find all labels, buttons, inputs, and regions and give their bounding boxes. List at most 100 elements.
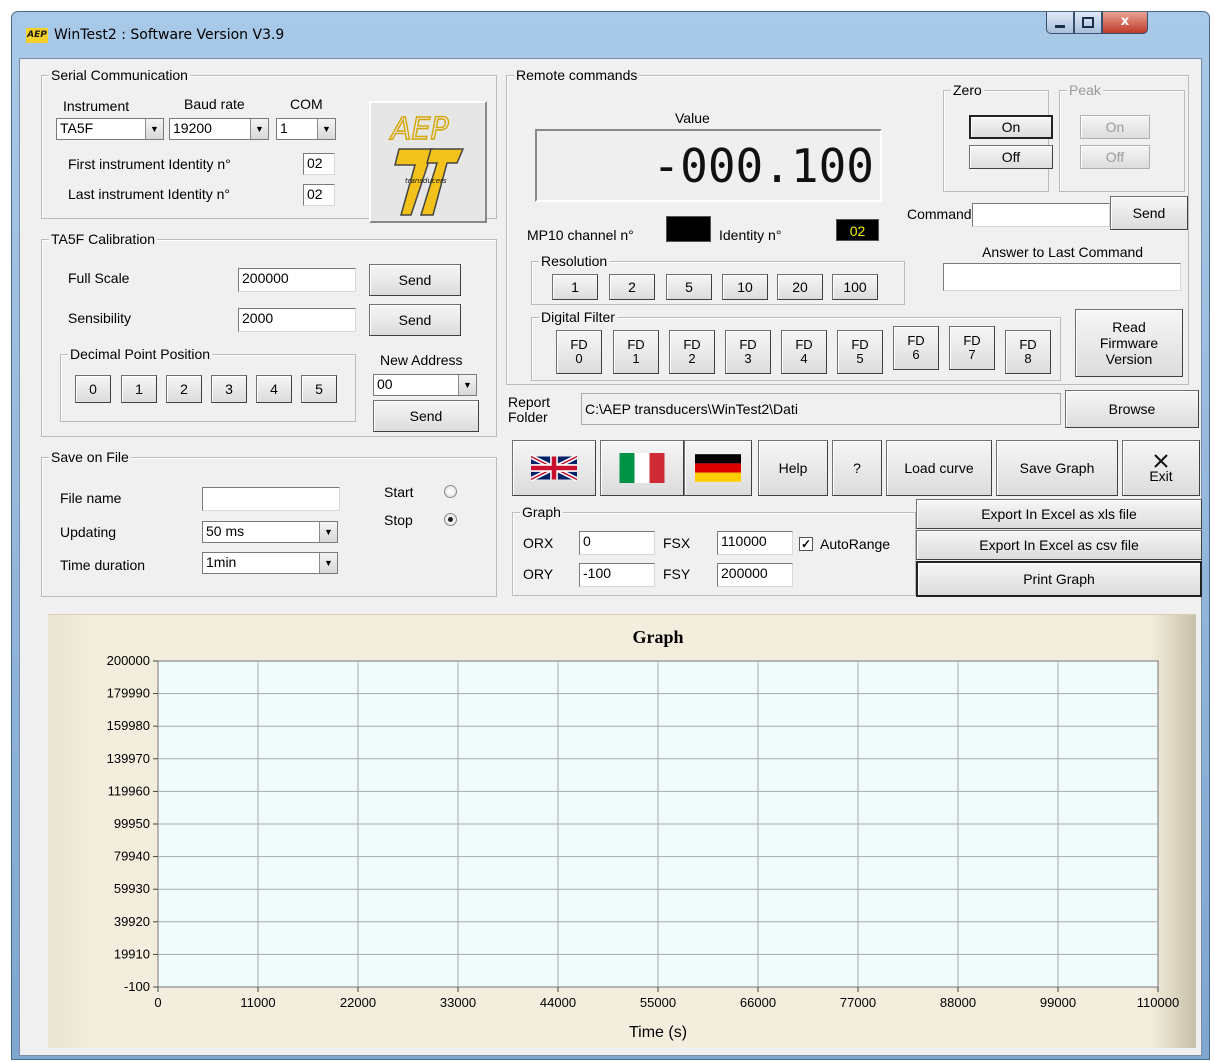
remote-commands-title: Remote commands <box>514 67 640 83</box>
last-identity-input[interactable]: 02 <box>303 184 335 206</box>
digital-filter-group: Digital Filter FD 0 FD 1 FD 2 FD 3 FD 4 … <box>531 309 1061 381</box>
resolution-button-20[interactable]: 20 <box>777 274 823 300</box>
calibration-group: TA5F Calibration Full Scale 200000 Send … <box>41 231 497 437</box>
resolution-button-2[interactable]: 2 <box>609 274 655 300</box>
decimal-point-group: Decimal Point Position 0 1 2 3 4 5 <box>60 346 356 422</box>
question-button[interactable]: ? <box>832 440 882 496</box>
graph-chart: 0 11000 22000 33000 44000 55000 66000 77000 8800… <box>107 627 1180 1041</box>
title-bar[interactable]: AEP WinTest2 : Software Version V3.9 x <box>12 12 1209 58</box>
serial-communication-title: Serial Communication <box>49 67 190 83</box>
close-button[interactable]: x <box>1102 12 1148 34</box>
english-language-button[interactable] <box>512 440 596 496</box>
peak-off-button[interactable]: Off <box>1080 145 1150 169</box>
peak-on-button[interactable]: On <box>1080 115 1150 139</box>
decimal-point-title: Decimal Point Position <box>68 346 213 362</box>
minimize-icon <box>1055 25 1065 28</box>
resolution-button-100[interactable]: 100 <box>832 274 878 300</box>
export-csv-button[interactable]: Export In Excel as csv file <box>916 530 1202 560</box>
filter-button-2[interactable]: FD 2 <box>669 330 715 374</box>
x-tick-label: 110000 <box>1137 995 1179 1010</box>
x-tick-label: 77000 <box>840 995 876 1010</box>
first-identity-input[interactable]: 02 <box>303 153 335 175</box>
exit-button[interactable]: Exit <box>1122 440 1200 496</box>
resolution-button-10[interactable]: 10 <box>722 274 768 300</box>
maximize-icon <box>1082 17 1094 28</box>
fsx-input[interactable]: 110000 <box>717 531 793 555</box>
zero-off-button[interactable]: Off <box>969 145 1053 169</box>
y-tick-label: 179990 <box>107 686 150 701</box>
read-firmware-button[interactable]: Read Firmware Version <box>1075 309 1183 377</box>
identity-display: 02 <box>836 219 879 241</box>
help-button[interactable]: Help <box>758 440 828 496</box>
com-label: COM <box>290 96 323 112</box>
print-graph-button[interactable]: Print Graph <box>916 561 1202 597</box>
zero-group: Zero On Off <box>943 82 1053 192</box>
fsy-input[interactable]: 200000 <box>717 563 793 587</box>
first-identity-label: First instrument Identity n° <box>68 156 231 172</box>
sensibility-send-button[interactable]: Send <box>369 304 461 336</box>
baud-rate-label: Baud rate <box>184 96 245 112</box>
answer-label: Answer to Last Command <box>982 244 1144 260</box>
new-address-value: 00 <box>377 376 393 392</box>
decimal-button-4[interactable]: 4 <box>256 375 292 403</box>
load-curve-button[interactable]: Load curve <box>886 440 992 496</box>
start-radio[interactable] <box>444 485 457 498</box>
filter-button-1[interactable]: FD 1 <box>613 330 659 374</box>
x-tick-label: 66000 <box>740 995 776 1010</box>
chevron-down-icon: ▼ <box>317 119 335 139</box>
x-tick-label: 22000 <box>340 995 376 1010</box>
peak-title: Peak <box>1067 82 1103 98</box>
command-input[interactable] <box>972 203 1110 227</box>
time-duration-label: Time duration <box>60 557 146 573</box>
filter-button-3[interactable]: FD 3 <box>725 330 771 374</box>
baud-rate-select[interactable]: 19200 ▼ <box>169 118 269 140</box>
sensibility-input[interactable]: 2000 <box>238 308 356 332</box>
file-name-input[interactable] <box>202 487 340 511</box>
instrument-select[interactable]: TA5F ▼ <box>56 118 164 140</box>
new-address-send-button[interactable]: Send <box>373 400 479 432</box>
filter-button-8[interactable]: FD 8 <box>1005 330 1051 374</box>
filter-button-6[interactable]: FD 6 <box>893 326 939 370</box>
y-tick-label: 59930 <box>114 881 150 896</box>
stop-radio[interactable] <box>444 513 457 526</box>
decimal-button-1[interactable]: 1 <box>121 375 157 403</box>
italian-language-button[interactable] <box>600 440 684 496</box>
command-send-button[interactable]: Send <box>1110 196 1188 230</box>
maximize-button[interactable] <box>1074 12 1102 34</box>
full-scale-send-button[interactable]: Send <box>369 264 461 296</box>
minimize-button[interactable] <box>1046 12 1074 34</box>
resolution-button-5[interactable]: 5 <box>666 274 712 300</box>
resolution-button-1[interactable]: 1 <box>552 274 598 300</box>
zero-on-button[interactable]: On <box>969 115 1053 139</box>
com-select[interactable]: 1 ▼ <box>276 118 336 140</box>
y-tick-label: -100 <box>124 979 150 994</box>
decimal-button-3[interactable]: 3 <box>211 375 247 403</box>
time-duration-select[interactable]: 1min ▼ <box>202 552 338 574</box>
report-folder-label: Report Folder <box>508 394 551 425</box>
german-language-button[interactable] <box>684 440 752 496</box>
full-scale-input[interactable]: 200000 <box>238 268 356 292</box>
exit-label: Exit <box>1149 467 1173 484</box>
decimal-button-5[interactable]: 5 <box>301 375 337 403</box>
export-xls-button[interactable]: Export In Excel as xls file <box>916 499 1202 529</box>
browse-button[interactable]: Browse <box>1065 390 1199 428</box>
x-tick-label: 44000 <box>540 995 576 1010</box>
updating-label: Updating <box>60 524 117 540</box>
orx-input[interactable]: 0 <box>579 531 655 555</box>
save-graph-button[interactable]: Save Graph <box>996 440 1118 496</box>
filter-button-0[interactable]: FD 0 <box>556 330 602 374</box>
updating-select[interactable]: 50 ms ▼ <box>202 521 338 543</box>
autorange-checkbox[interactable]: ✓ <box>799 537 813 551</box>
filter-button-5[interactable]: FD 5 <box>837 330 883 374</box>
decimal-button-0[interactable]: 0 <box>75 375 111 403</box>
x-tick-label: 88000 <box>940 995 976 1010</box>
application-window: AEP WinTest2 : Software Version V3.9 x S… <box>11 11 1210 1060</box>
file-name-label: File name <box>60 490 122 506</box>
ory-input[interactable]: -100 <box>579 563 655 587</box>
filter-button-4[interactable]: FD 4 <box>781 330 827 374</box>
decimal-button-2[interactable]: 2 <box>166 375 202 403</box>
x-tick-label: 55000 <box>640 995 676 1010</box>
filter-button-7[interactable]: FD 7 <box>949 326 995 370</box>
instrument-select-value: TA5F <box>60 120 94 136</box>
new-address-select[interactable]: 00 ▼ <box>373 374 477 396</box>
